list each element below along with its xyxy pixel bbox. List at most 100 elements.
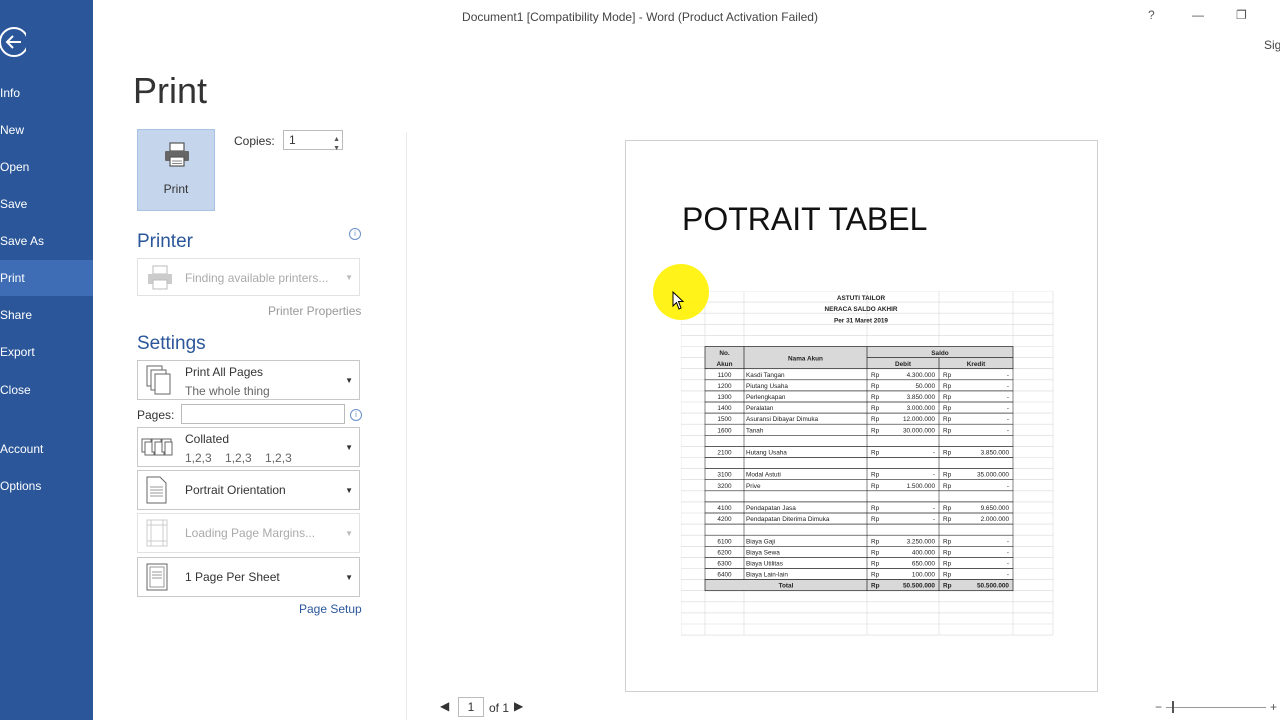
print-pages-dropdown[interactable]: Print All Pages The whole thing ▼	[137, 360, 360, 400]
pages-per-sheet-dropdown[interactable]: 1 Page Per Sheet ▼	[137, 557, 360, 597]
debit-value: 3.000.000	[907, 405, 936, 412]
col-no-header: No.	[719, 350, 730, 357]
col-nama-header: Nama Akun	[788, 356, 823, 363]
spin-down-icon[interactable]: ▼	[333, 140, 340, 158]
nav-options[interactable]: Options	[0, 468, 93, 504]
account-number: 6400	[717, 572, 732, 579]
table-row	[704, 523, 1014, 536]
debit-value: 3.850.000	[907, 394, 936, 401]
zoom-out-button[interactable]: −	[1155, 700, 1162, 714]
debit-value: 100.000	[912, 572, 936, 579]
print-button[interactable]: Print	[137, 129, 215, 211]
chevron-down-icon: ▼	[345, 573, 353, 582]
col-kredit-header: Kredit	[967, 361, 986, 368]
nav-close[interactable]: Close	[0, 372, 93, 408]
account-number: 6300	[717, 561, 732, 568]
currency-label: Rp	[871, 572, 880, 579]
pages-per-sheet-main: 1 Page Per Sheet	[185, 570, 280, 584]
print-pages-sub: The whole thing	[185, 384, 270, 398]
debit-value: -	[933, 516, 935, 523]
currency-label: Rp	[871, 583, 880, 590]
nav-save-as[interactable]: Save As	[0, 223, 93, 259]
page-setup-link[interactable]: Page Setup	[299, 602, 362, 616]
kredit-value: -	[1007, 572, 1009, 579]
collate-dropdown[interactable]: Collated 1,2,3 1,2,3 1,2,3 ▼	[137, 427, 360, 467]
restore-button[interactable]: ❐	[1236, 8, 1247, 22]
currency-label: Rp	[943, 549, 952, 556]
col-akun-header: Akun	[717, 361, 733, 368]
currency-label: Rp	[943, 472, 952, 479]
nav-share[interactable]: Share	[0, 297, 93, 333]
pages-input[interactable]	[181, 404, 345, 424]
debit-value: 400.000	[912, 549, 936, 556]
nav-info[interactable]: Info	[0, 75, 93, 111]
account-name: Asuransi Dibayar Dimuka	[746, 416, 819, 423]
account-number: 2100	[717, 450, 732, 457]
kredit-value: 2.000.000	[981, 516, 1010, 523]
account-number: 1500	[717, 416, 732, 423]
nav-print[interactable]: Print	[0, 260, 93, 296]
printer-dropdown[interactable]: Finding available printers... ▼	[137, 258, 360, 296]
debit-value: 1.500.000	[907, 483, 936, 490]
print-button-label: Print	[163, 182, 189, 196]
back-button[interactable]	[0, 25, 29, 59]
kredit-value: 35.000.000	[977, 472, 1009, 479]
zoom-in-button[interactable]: +	[1270, 700, 1277, 714]
pages-label: Pages:	[137, 408, 175, 422]
currency-label: Rp	[871, 549, 880, 556]
total-debit: 50.500.000	[903, 583, 935, 590]
orientation-dropdown[interactable]: Portrait Orientation ▼	[137, 470, 360, 510]
currency-label: Rp	[943, 394, 952, 401]
debit-value: 3.250.000	[907, 538, 936, 545]
account-name: Modal Astuti	[746, 472, 781, 479]
chevron-down-icon: ▼	[345, 529, 353, 538]
table-row	[704, 457, 1014, 469]
nav-save[interactable]: Save	[0, 186, 93, 222]
settings-heading: Settings	[137, 333, 206, 354]
chevron-down-icon: ▼	[345, 273, 353, 282]
account-number: 4100	[717, 505, 732, 512]
collate-icon	[141, 438, 173, 456]
printer-icon	[165, 142, 189, 167]
nav-new[interactable]: New	[0, 112, 93, 148]
account-name: Hutang Usaha	[746, 450, 787, 457]
help-button[interactable]: ?	[1148, 8, 1155, 22]
currency-label: Rp	[871, 405, 880, 412]
page-number-input[interactable]: 1	[458, 697, 484, 717]
col-debit-header: Debit	[895, 361, 912, 368]
info-icon[interactable]: i	[350, 409, 362, 421]
table-row	[704, 490, 1014, 503]
zoom-slider-thumb[interactable]	[1172, 701, 1174, 713]
mouse-cursor-icon	[672, 291, 684, 310]
nav-export[interactable]: Export	[0, 334, 93, 370]
account-number: 3100	[717, 472, 732, 479]
copies-stepper[interactable]: 1 ▲ ▼	[283, 130, 343, 152]
sign-in-link[interactable]: Sig	[1264, 38, 1280, 52]
minimize-button[interactable]: —	[1192, 8, 1204, 22]
currency-label: Rp	[943, 427, 952, 434]
debit-value: 4.300.000	[907, 372, 936, 379]
printer-heading: Printer	[137, 231, 193, 252]
nav-account[interactable]: Account	[0, 431, 93, 467]
account-number: 1400	[717, 405, 732, 412]
collate-main: Collated	[185, 432, 230, 446]
zoom-slider[interactable]	[1166, 707, 1266, 708]
currency-label: Rp	[943, 483, 952, 490]
back-arrow-icon	[0, 27, 29, 57]
next-page-button[interactable]: ▶	[514, 699, 523, 713]
account-name: Prive	[746, 483, 761, 490]
account-name: Pendapatan Jasa	[746, 505, 796, 512]
kredit-value: -	[1007, 405, 1009, 412]
kredit-value: -	[1007, 394, 1009, 401]
report-period: Per 31 Maret 2019	[834, 317, 888, 324]
nav-open[interactable]: Open	[0, 149, 93, 185]
margins-main: Loading Page Margins...	[185, 526, 316, 540]
printer-properties-link[interactable]: Printer Properties	[268, 304, 361, 318]
info-icon[interactable]: i	[349, 228, 361, 240]
prev-page-button[interactable]: ◀	[440, 699, 449, 713]
account-name: Biaya Lain-lain	[746, 572, 788, 579]
debit-value: -	[933, 505, 935, 512]
debit-value: 50.000	[915, 383, 935, 390]
currency-label: Rp	[943, 583, 952, 590]
margins-dropdown[interactable]: Loading Page Margins... ▼	[137, 513, 360, 553]
